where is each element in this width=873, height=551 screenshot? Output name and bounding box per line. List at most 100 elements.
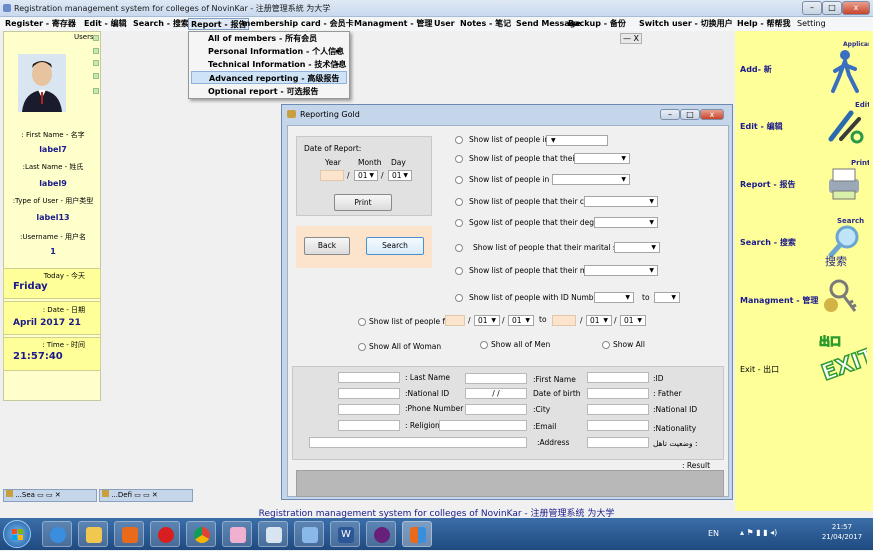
search-action[interactable]: Search - 搜索 [740,237,796,248]
day-select[interactable]: 01 ▼ [388,170,412,181]
taskbar-ie[interactable] [42,521,72,547]
applicant-icon[interactable]: Applicant [821,37,873,93]
option-radio[interactable] [455,176,463,184]
menu-setting[interactable]: Setting [795,18,828,30]
language-indicator[interactable]: EN [708,529,719,538]
start-button[interactable] [3,520,31,548]
marital-select[interactable]: ▼ [614,242,660,253]
back-button[interactable]: Back [304,237,350,255]
to-day-select[interactable]: 01 ▼ [620,315,646,326]
managment-action[interactable]: Managment - 管理 [740,295,818,306]
option-radio[interactable] [455,294,463,302]
menu-backup[interactable]: Backup - 备份 [566,18,628,30]
month-select[interactable]: 01 ▼ [354,170,378,181]
menu-item-optional-report[interactable]: Optional report - 可选报告 [191,85,347,98]
menu-edit[interactable]: Edit - 编辑 [82,18,129,30]
taskbar-registration-app[interactable] [402,521,432,547]
taskbar-app[interactable] [294,521,324,547]
option-select[interactable]: ▼ [552,174,630,185]
option-radio[interactable] [455,219,463,227]
menu-notes[interactable]: Notes - 笔记 [458,18,513,30]
menu-item-all-members[interactable]: All of members - 所有会员 [191,32,347,45]
option-radio[interactable] [455,244,463,252]
menu-register[interactable]: Register - 寄存器 [3,18,78,30]
keys-icon[interactable] [819,271,867,319]
taskbar-opera[interactable] [150,521,180,547]
city-select[interactable]: ▼ [584,196,658,207]
printer-icon[interactable]: Print [821,157,871,205]
minimize-button[interactable]: – [802,1,822,15]
dialog-close-button[interactable]: x [700,109,724,120]
menu-user[interactable]: User [432,18,457,30]
city-field[interactable] [465,404,527,415]
menu-membership[interactable]: membership card - 会员卡 [240,18,356,30]
major-select[interactable]: ▼ [584,265,658,276]
minimized-window-defi[interactable]: ...Defi ▭ ▭ ✕ [99,489,193,502]
option-radio[interactable] [455,155,463,163]
option-radio[interactable] [455,198,463,206]
option-select[interactable]: ▼ [546,135,608,146]
exit-action[interactable]: Exit - 出口 [740,364,779,375]
from-year-input[interactable] [445,315,465,326]
option-radio[interactable] [455,136,463,144]
taskbar-explorer[interactable] [78,521,108,547]
system-tray-icons[interactable]: ▴ ⚑ ▮ ▮ ◂) [740,528,777,537]
email-field[interactable] [439,420,527,431]
option-radio[interactable] [358,343,366,351]
maximize-button[interactable]: □ [822,1,842,15]
taskbar-paint[interactable] [222,521,252,547]
last-name-field[interactable] [338,372,400,383]
from-day-select[interactable]: 01 ▼ [508,315,534,326]
nationality-field[interactable] [587,420,649,431]
report-action[interactable]: Report - 报告 [740,179,795,190]
menu-item-technical-information[interactable]: Technical Information - 技术信息 ► [191,58,347,71]
year-input[interactable] [320,170,344,181]
clock-date[interactable]: 21/04/2017 [815,533,869,541]
address-field[interactable] [309,437,527,448]
menu-switch-user[interactable]: Switch user - 切换用户 [637,18,735,30]
edit-tools-icon[interactable]: Edit [821,99,871,147]
magnifier-icon[interactable]: Search 搜索 [821,215,869,268]
id-to-select[interactable]: ▼ [654,292,680,303]
menu-search[interactable]: Search - 搜索 [131,18,191,30]
option-radio[interactable] [455,267,463,275]
menu-item-personal-information[interactable]: Personal Information - 个人信息 ► [191,45,347,58]
taskbar-chrome[interactable] [186,521,216,547]
date-of-birth-field[interactable]: / / [465,388,527,399]
exit-icon[interactable]: 出口 EXIT [815,331,873,388]
degree-select[interactable]: ▼ [594,217,658,228]
option-radio[interactable] [358,318,366,326]
national-id-field-2[interactable] [587,404,649,415]
to-month-select[interactable]: 01 ▼ [586,315,612,326]
id-field[interactable] [587,372,649,383]
religion-field[interactable] [338,420,400,431]
menu-help[interactable]: Help - 帮帮我 [735,18,792,30]
id-from-select[interactable]: ▼ [594,292,634,303]
print-button[interactable]: Print [334,194,392,211]
taskbar-media[interactable] [114,521,144,547]
phone-field[interactable] [338,404,400,415]
taskbar-word[interactable]: W [330,521,360,547]
job-select[interactable]: ▼ [574,153,630,164]
dialog-maximize-button[interactable]: □ [680,109,700,120]
taskbar-visual-studio[interactable] [366,521,396,547]
edit-action[interactable]: Edit - 编辑 [740,121,783,132]
option-radio[interactable] [480,341,488,349]
add-action[interactable]: Add- 新 [740,64,772,75]
father-field[interactable] [587,388,649,399]
dialog-minimize-button[interactable]: – [660,109,680,120]
minimized-window-search[interactable]: ...Sea ▭ ▭ ✕ [3,489,97,502]
close-button[interactable]: x [842,1,870,15]
first-name-field[interactable] [465,373,527,384]
menu-managment[interactable]: Managment - 管理 [352,18,434,30]
search-button[interactable]: Search [366,237,424,255]
national-id-field[interactable] [338,388,400,399]
taskbar-window[interactable] [258,521,288,547]
result-grid[interactable] [296,470,724,497]
mdi-controls[interactable]: — X [620,33,643,44]
option-radio[interactable] [602,341,610,349]
marital-status-field[interactable] [587,437,649,448]
menu-item-advanced-reporting[interactable]: Advanced reporting - 高级报告 [191,71,347,84]
to-year-input[interactable] [552,315,576,326]
from-month-select[interactable]: 01 ▼ [474,315,500,326]
